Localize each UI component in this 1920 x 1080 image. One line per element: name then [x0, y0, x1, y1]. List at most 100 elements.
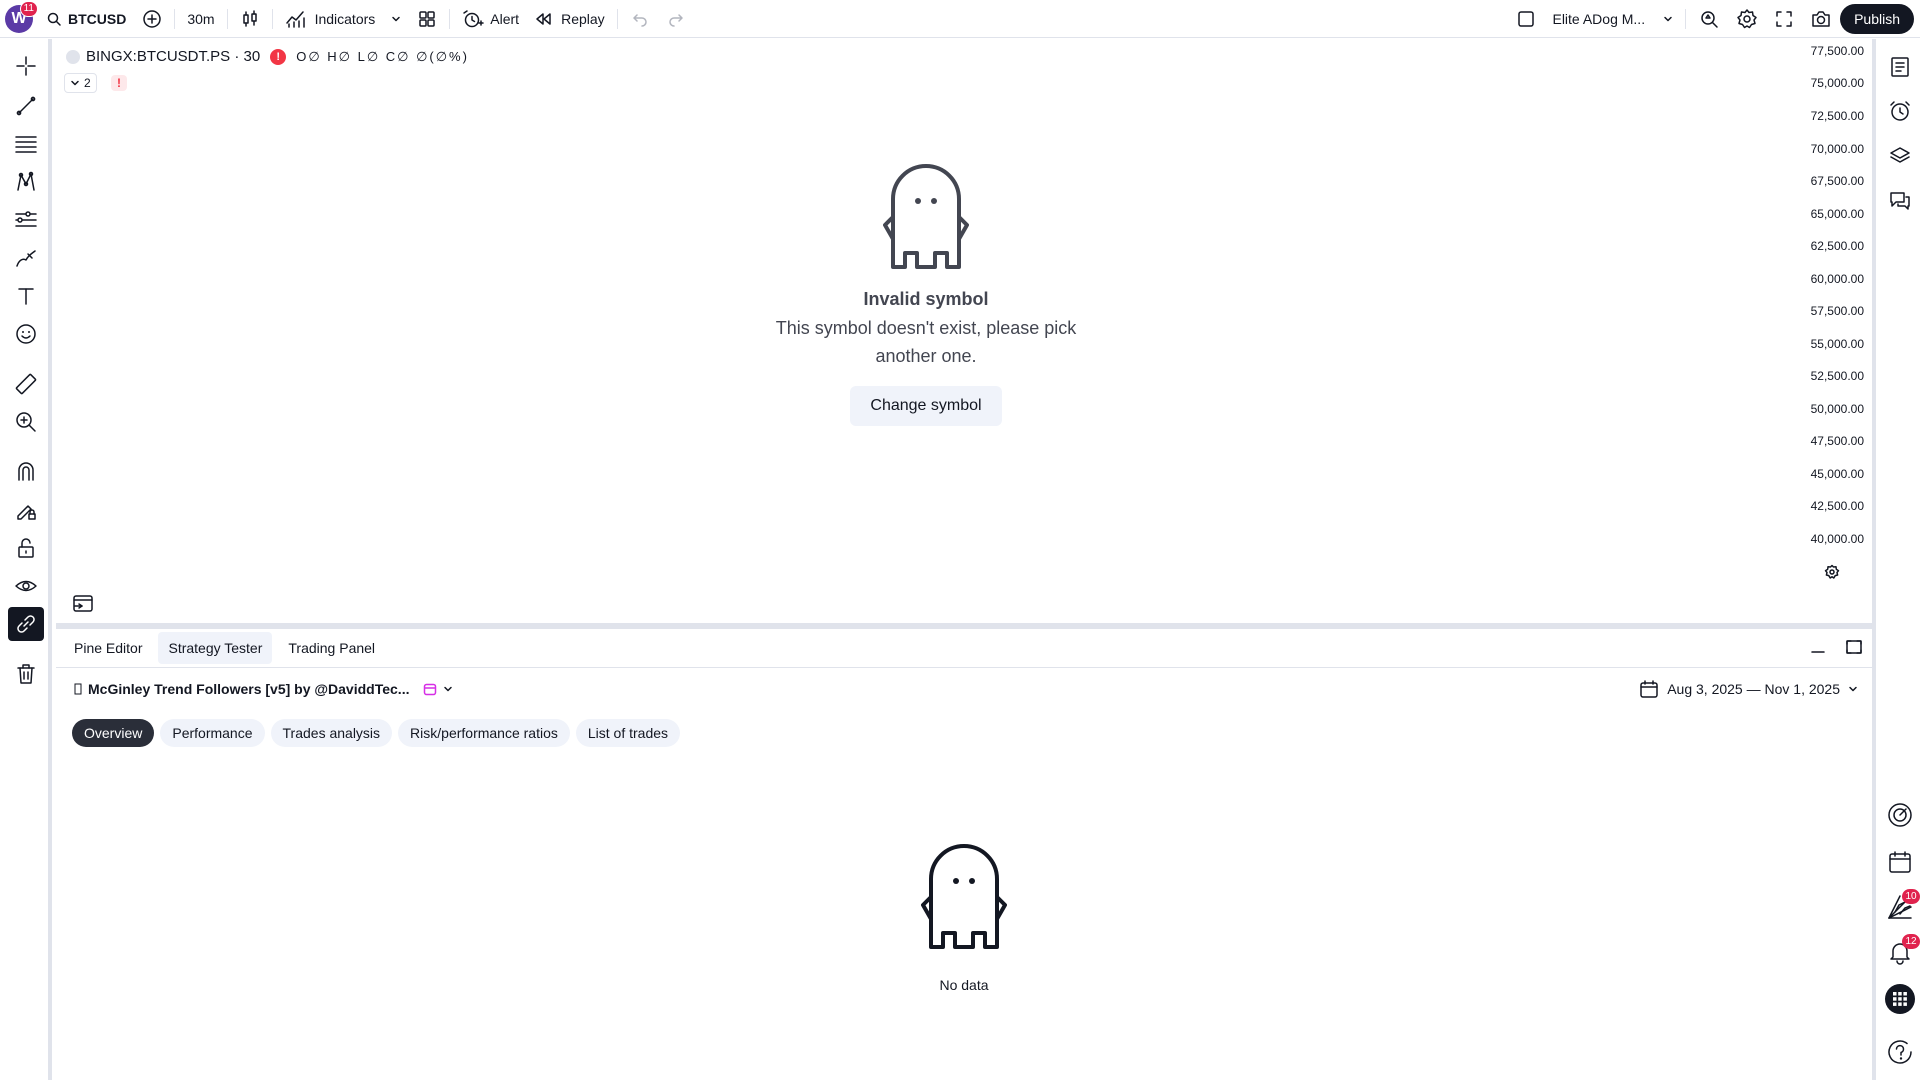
hide-tool[interactable] [8, 569, 44, 603]
layout-name: Elite ADog M... [1552, 10, 1646, 27]
tab-trading-panel[interactable]: Trading Panel [278, 632, 385, 664]
lock-all-tool[interactable] [8, 531, 44, 565]
plus-circle-icon [143, 9, 162, 28]
no-data-panel: No data [56, 839, 1872, 993]
snapshot-button[interactable] [1802, 0, 1840, 38]
user-avatar[interactable]: W 11 [0, 0, 38, 38]
go-to-date-button[interactable] [72, 593, 94, 613]
tab-list-of-trades[interactable]: List of trades [575, 719, 681, 747]
text-tool[interactable] [8, 279, 44, 313]
help-icon [1888, 1040, 1912, 1064]
strategy-selector[interactable]: McGinley Trend Followers [v5] by @Davidd… [74, 681, 453, 697]
price-axis-label: 72,500.00 [1810, 109, 1864, 123]
trash-icon [17, 664, 35, 684]
toolbar-divider [271, 8, 273, 29]
bottom-panel: Pine Editor Strategy Tester Trading Pane… [56, 629, 1872, 1080]
tab-risk-performance-ratios[interactable]: Risk/performance ratios [398, 719, 570, 747]
candles-icon [242, 9, 257, 27]
ghost-icon [883, 164, 969, 269]
remove-drawings-tool[interactable] [8, 657, 44, 691]
chart-pane[interactable]: BINGX:BTCUSDT.PS · 30 ! O∅ H∅ L∅ C∅ ∅(∅%… [56, 39, 1872, 623]
watchlist-button[interactable] [1882, 49, 1918, 85]
magnet-tool[interactable] [8, 455, 44, 489]
forecast-tool[interactable] [8, 203, 44, 237]
strategy-marker-icon [74, 683, 82, 695]
chart-type-button[interactable] [232, 0, 268, 38]
widget-bar: 10 12 [1872, 39, 1920, 1080]
layout-name-button[interactable]: Elite ADog M... [1544, 0, 1681, 38]
settings-button[interactable] [1728, 0, 1766, 38]
tab-strategy-tester[interactable]: Strategy Tester [158, 632, 273, 664]
price-axis-label: 55,000.00 [1810, 337, 1864, 351]
symbol-logo [66, 49, 80, 64]
symbol-search-button[interactable]: BTCUSD [38, 0, 134, 38]
ideas-badge: 10 [1902, 889, 1920, 904]
pattern-tool[interactable] [8, 165, 44, 199]
indicators-icon [285, 10, 305, 28]
change-symbol-button[interactable]: Change symbol [850, 386, 1002, 426]
alert-button[interactable]: Alert [454, 0, 527, 38]
calendar-button[interactable] [1882, 844, 1918, 880]
fullscreen-button[interactable] [1766, 0, 1802, 38]
calendar-badge-icon[interactable] [423, 682, 437, 696]
zoom-tool[interactable] [8, 405, 44, 439]
object-tree-button[interactable] [1882, 138, 1918, 174]
trend-line-tool[interactable] [8, 89, 44, 123]
crosshair-tool[interactable] [8, 49, 44, 83]
chevron-down-icon [1664, 16, 1672, 21]
legend-ohlc: O∅ H∅ L∅ C∅ ∅(∅%) [296, 48, 469, 64]
maximize-panel-button[interactable] [1844, 637, 1864, 657]
indicators-label: Indicators [314, 10, 376, 27]
alerts-button[interactable] [1882, 93, 1918, 129]
fib-tool[interactable] [8, 127, 44, 161]
products-button[interactable] [1882, 981, 1918, 1017]
measure-tool[interactable] [8, 367, 44, 401]
chats-button[interactable] [1882, 183, 1918, 219]
price-axis-label: 52,500.00 [1810, 369, 1864, 383]
replay-button[interactable]: Replay [527, 0, 613, 38]
alert-label: Alert [490, 10, 520, 27]
indicators-dropdown[interactable] [383, 0, 409, 38]
indicators-collapse-button[interactable]: 2 [64, 73, 97, 93]
bottom-panel-tabs: Pine Editor Strategy Tester Trading Pane… [64, 632, 385, 664]
chevron-down-icon[interactable] [443, 684, 453, 694]
panel-controls [1808, 637, 1864, 657]
ideas-button[interactable]: 10 [1882, 889, 1920, 925]
tab-pine-editor[interactable]: Pine Editor [64, 632, 152, 664]
indicators-button[interactable]: Indicators [277, 0, 384, 38]
brush-tool[interactable] [8, 241, 44, 275]
undo-button[interactable] [622, 0, 658, 38]
notifications-button[interactable]: 12 [1882, 934, 1920, 970]
invalid-symbol-message: This symbol doesn't exist, please pick a… [775, 318, 1077, 366]
layout-checkbox[interactable] [1508, 0, 1544, 38]
error-icon[interactable]: ! [270, 48, 287, 65]
layouts-button[interactable] [409, 0, 445, 38]
legend-symbol: BINGX:BTCUSDT.PS · 30 [86, 48, 261, 65]
lock-drawing-tool[interactable] [8, 493, 44, 527]
tab-overview[interactable]: Overview [72, 719, 155, 747]
chart-settings-button[interactable] [1824, 564, 1840, 580]
date-range-selector[interactable]: Aug 3, 2025 — Nov 1, 2025 [1639, 679, 1858, 699]
screener-button[interactable] [1882, 797, 1918, 833]
chevron-down-icon [71, 80, 79, 86]
interval-button[interactable]: 30m [179, 0, 222, 38]
warning-icon[interactable]: ! [111, 75, 127, 91]
toolbar-divider [226, 8, 228, 29]
minimize-panel-button[interactable] [1808, 637, 1828, 657]
price-axis-label: 50,000.00 [1810, 402, 1864, 416]
redo-button[interactable] [658, 0, 694, 38]
quick-search-icon [1701, 10, 1718, 28]
quick-search-button[interactable] [1690, 0, 1728, 38]
help-button[interactable] [1882, 1034, 1918, 1070]
emoji-tool[interactable] [8, 317, 44, 351]
compare-symbol-button[interactable] [134, 0, 170, 38]
price-axis[interactable]: 77,500.00 75,000.00 72,500.00 70,000.00 … [1784, 39, 1864, 599]
no-data-label: No data [939, 977, 989, 993]
price-axis-label: 42,500.00 [1810, 499, 1864, 513]
link-tool[interactable] [8, 607, 44, 641]
price-axis-label: 45,000.00 [1810, 467, 1864, 481]
publish-button[interactable]: Publish [1840, 3, 1914, 34]
tab-trades-analysis[interactable]: Trades analysis [270, 719, 393, 747]
series-legend[interactable]: BINGX:BTCUSDT.PS · 30 ! O∅ H∅ L∅ C∅ ∅(∅%… [66, 48, 469, 65]
tab-performance[interactable]: Performance [160, 719, 265, 747]
